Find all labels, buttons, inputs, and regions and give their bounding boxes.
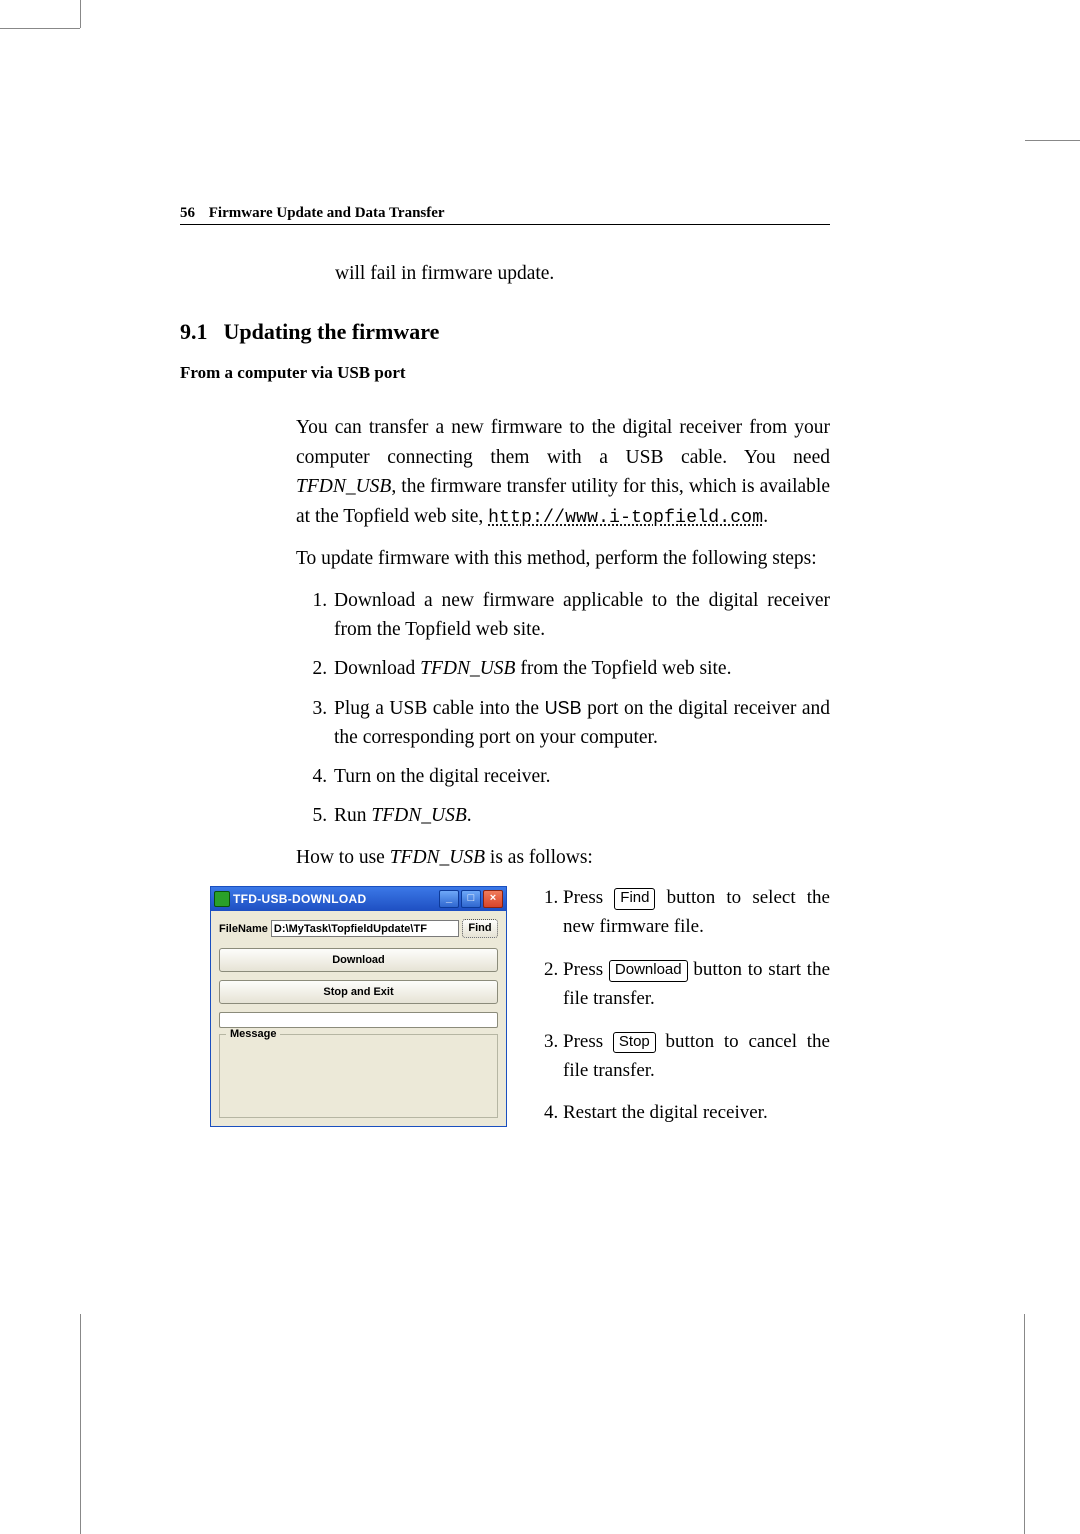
- list-item: Press Find button to select the new firm…: [563, 884, 830, 942]
- list-item: Download TFDN_USB from the Topfield web …: [332, 654, 830, 683]
- app-icon: [214, 891, 230, 907]
- running-title: Firmware Update and Data Transfer: [209, 205, 445, 221]
- maximize-button[interactable]: □: [461, 890, 481, 908]
- app-name: TFDN_USB: [296, 476, 391, 497]
- window-titlebar[interactable]: TFD-USB-DOWNLOAD _ □ ×: [211, 887, 506, 911]
- section-number: 9.1: [180, 319, 208, 344]
- tfdn-usb-window: TFD-USB-DOWNLOAD _ □ × FileName Find Dow…: [210, 886, 507, 1127]
- find-button[interactable]: Find: [462, 919, 498, 938]
- minimize-button[interactable]: _: [439, 890, 459, 908]
- intro-paragraph-2: To update firmware with this method, per…: [296, 544, 830, 574]
- filename-field[interactable]: [271, 920, 459, 937]
- stop-exit-button[interactable]: Stop and Exit: [219, 980, 498, 1004]
- filename-label: FileName: [219, 923, 268, 935]
- list-item: Press Stop button to cancel the file tra…: [563, 1028, 830, 1086]
- find-keycap: Find: [614, 888, 655, 910]
- message-box: Message: [219, 1034, 498, 1118]
- download-button[interactable]: Download: [219, 948, 498, 972]
- intro-paragraph-1: You can transfer a new firmware to the d…: [296, 413, 830, 532]
- section-heading: 9.1 Updating the firmware: [180, 319, 830, 345]
- download-keycap: Download: [609, 960, 688, 982]
- subsection-heading: From a computer via USB port: [180, 363, 830, 383]
- list-item: Turn on the digital receiver.: [332, 762, 830, 791]
- list-item: Download a new firmware applicable to th…: [332, 586, 830, 645]
- list-item: Press Download button to start the file …: [563, 956, 830, 1014]
- list-item: Plug a USB cable into the USB port on th…: [332, 694, 830, 753]
- carryover-text: will fail in firmware update.: [335, 263, 830, 285]
- close-button[interactable]: ×: [483, 890, 503, 908]
- running-head: 56 Firmware Update and Data Transfer: [180, 205, 830, 225]
- list-item: Restart the digital receiver.: [563, 1099, 830, 1128]
- topfield-url[interactable]: http://www.i-topfield.com: [488, 508, 763, 528]
- update-steps-list: Download a new firmware applicable to th…: [296, 586, 830, 831]
- list-item: Run TFDN_USB.: [332, 801, 830, 830]
- usage-steps-list: Press Find button to select the new firm…: [535, 884, 830, 1128]
- progress-bar: [219, 1012, 498, 1028]
- section-title: Updating the firmware: [224, 319, 440, 344]
- howto-line: How to use TFDN_USB is as follows:: [296, 843, 830, 873]
- stop-keycap: Stop: [613, 1032, 656, 1054]
- window-title: TFD-USB-DOWNLOAD: [233, 892, 437, 906]
- message-label: Message: [226, 1028, 280, 1040]
- page-number: 56: [180, 205, 195, 221]
